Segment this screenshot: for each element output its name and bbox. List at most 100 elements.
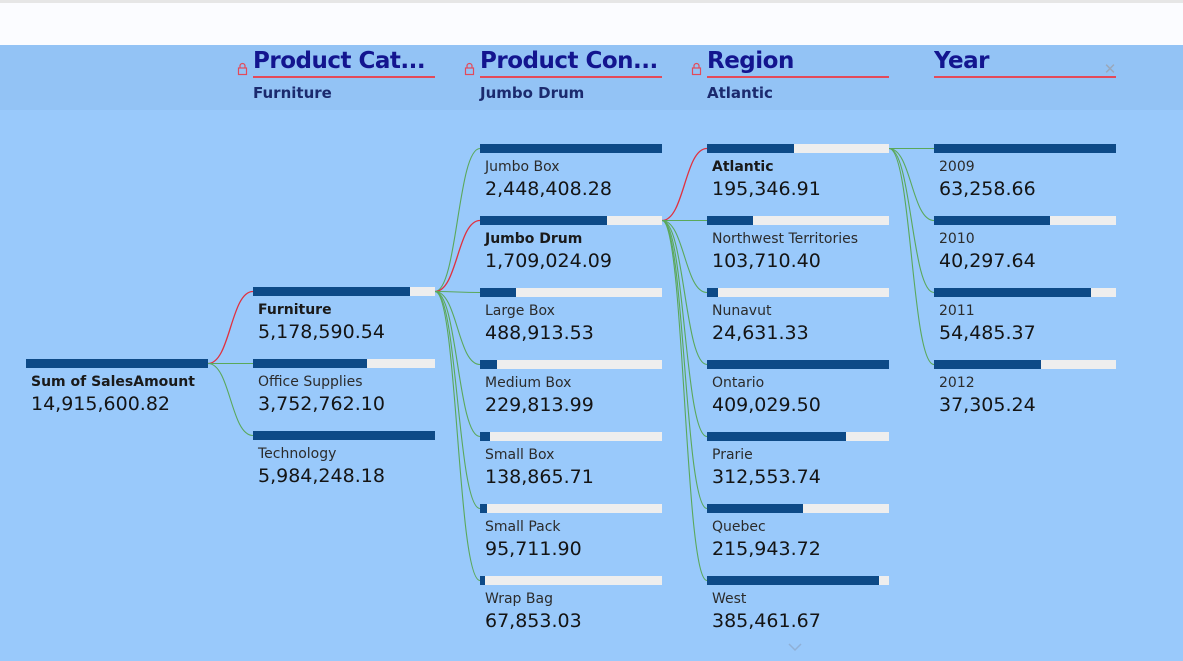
bar-track <box>707 144 889 153</box>
node-label: Large Box <box>485 303 555 319</box>
link-3-1 <box>888 147 935 222</box>
node-value: 138,865.71 <box>485 466 594 488</box>
node-label: West <box>712 591 747 607</box>
node-label: 2011 <box>939 303 975 319</box>
bar-track <box>707 576 889 585</box>
link-1-5 <box>434 290 481 510</box>
link-2-5 <box>661 219 708 510</box>
link-1-6 <box>434 290 481 582</box>
bar-track <box>934 288 1116 297</box>
bar-fill <box>707 216 753 225</box>
bar-fill <box>934 216 1050 225</box>
node-label: Jumbo Drum <box>485 231 583 247</box>
bar-track <box>480 288 662 297</box>
node-value: 54,485.37 <box>939 322 1036 344</box>
bar-track <box>934 360 1116 369</box>
bar-fill <box>934 288 1091 297</box>
bar-track <box>934 216 1116 225</box>
bar-fill <box>707 360 889 369</box>
bar-fill <box>934 360 1041 369</box>
node-label: Sum of SalesAmount <box>31 374 195 390</box>
bar-track <box>480 504 662 513</box>
bar-fill <box>480 360 497 369</box>
node-value: 24,631.33 <box>712 322 809 344</box>
node-value: 312,553.74 <box>712 466 821 488</box>
node-label: Quebec <box>712 519 766 535</box>
bar-fill <box>480 504 487 513</box>
node-label: Office Supplies <box>258 374 363 390</box>
bar-fill <box>934 144 1116 153</box>
node-value: 488,913.53 <box>485 322 594 344</box>
bar-fill <box>253 287 410 296</box>
node-label: Ontario <box>712 375 765 391</box>
link-1-0 <box>434 147 481 293</box>
link-3-2 <box>888 147 935 294</box>
node-label: Jumbo Box <box>485 159 560 175</box>
bar-fill <box>707 288 718 297</box>
node-label: 2009 <box>939 159 975 175</box>
link-2-6 <box>661 219 708 582</box>
bar-fill <box>707 144 794 153</box>
bar-track <box>253 287 435 296</box>
bar-track <box>707 288 889 297</box>
bar-fill <box>480 576 485 585</box>
bar-fill <box>480 432 490 441</box>
link-2-3 <box>661 219 708 366</box>
link-2-0 <box>661 147 708 222</box>
bar-track <box>707 216 889 225</box>
node-label: 2010 <box>939 231 975 247</box>
bar-track <box>480 360 662 369</box>
bar-fill <box>707 432 846 441</box>
link-0-0 <box>207 290 254 365</box>
node-value: 5,178,590.54 <box>258 321 385 343</box>
node-value: 409,029.50 <box>712 394 821 416</box>
node-value: 1,709,024.09 <box>485 250 612 272</box>
node-label: Nunavut <box>712 303 772 319</box>
node-value: 385,461.67 <box>712 610 821 632</box>
bar-fill <box>253 359 367 368</box>
link-1-1 <box>434 219 481 293</box>
bar-track <box>480 144 662 153</box>
bar-track <box>707 432 889 441</box>
node-value: 63,258.66 <box>939 178 1036 200</box>
bar-track <box>253 359 435 368</box>
bar-fill <box>480 144 662 153</box>
close-icon[interactable]: ✕ <box>1102 61 1118 77</box>
bar-fill <box>253 431 435 440</box>
bar-fill <box>26 359 208 368</box>
node-label: Small Pack <box>485 519 561 535</box>
node-label: Furniture <box>258 302 332 318</box>
bar-fill <box>480 288 516 297</box>
node-label: Wrap Bag <box>485 591 553 607</box>
link-1-2 <box>434 290 481 294</box>
node-label: Medium Box <box>485 375 572 391</box>
node-label: Prarie <box>712 447 753 463</box>
node-value: 14,915,600.82 <box>31 393 171 415</box>
node-label: Technology <box>258 446 337 462</box>
node-value: 215,943.72 <box>712 538 821 560</box>
node-value: 229,813.99 <box>485 394 594 416</box>
node-value: 95,711.90 <box>485 538 582 560</box>
bar-track <box>707 504 889 513</box>
bar-fill <box>480 216 607 225</box>
bar-fill <box>707 576 879 585</box>
node-value: 195,346.91 <box>712 178 821 200</box>
node-value: 5,984,248.18 <box>258 465 385 487</box>
bar-track <box>253 431 435 440</box>
bar-track <box>480 576 662 585</box>
node-value: 40,297.64 <box>939 250 1036 272</box>
link-0-2 <box>207 362 254 437</box>
node-value: 67,853.03 <box>485 610 582 632</box>
node-value: 103,710.40 <box>712 250 821 272</box>
node-label: Small Box <box>485 447 555 463</box>
node-label: Atlantic <box>712 159 774 175</box>
bar-track <box>707 360 889 369</box>
bar-track <box>26 359 208 368</box>
node-label: 2012 <box>939 375 975 391</box>
chevron-down-icon[interactable] <box>786 641 804 653</box>
node-value: 37,305.24 <box>939 394 1036 416</box>
bar-track <box>480 432 662 441</box>
link-3-3 <box>888 147 935 366</box>
node-value: 2,448,408.28 <box>485 178 612 200</box>
bar-track <box>480 216 662 225</box>
